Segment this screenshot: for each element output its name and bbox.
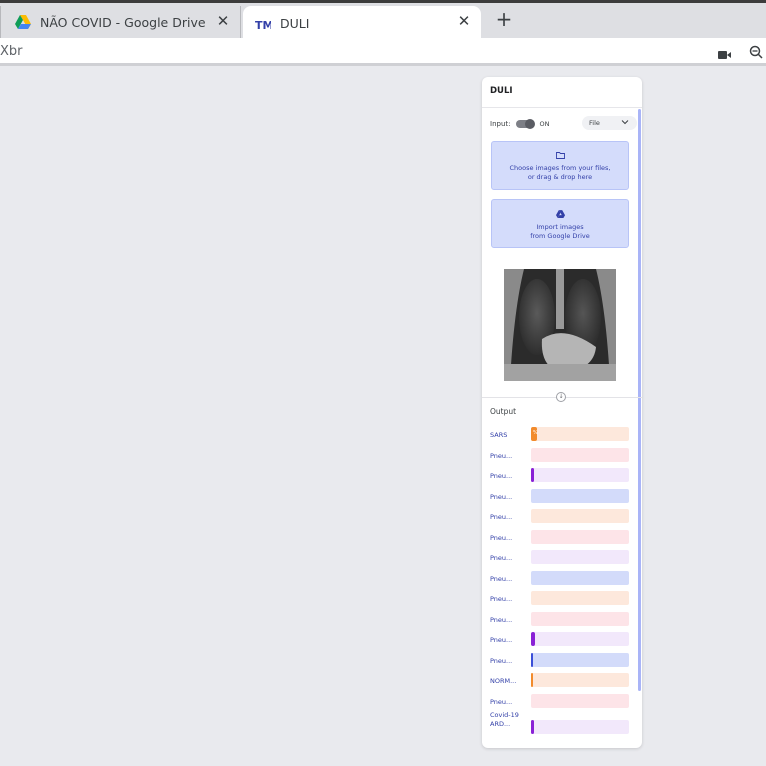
panel-title: DULI [482,77,642,108]
prediction-bar-fill: % [531,427,538,441]
import-google-drive-button[interactable]: Import images from Google Drive [491,199,629,248]
prediction-bar-track [531,530,629,544]
prediction-class-label: Covid-19 ARD... [490,711,519,728]
prediction-bar-track [531,612,629,626]
arrow-down-icon: ↓ [556,392,566,402]
input-toggle[interactable] [516,119,536,129]
prediction-row: Pneu... [482,548,642,568]
prediction-row: Pneu... [482,466,642,486]
tab-google-drive[interactable]: NÃO COVID - Google Drive ✕ [0,6,241,38]
chevron-down-icon [621,118,629,128]
folder-upload-icon [492,152,628,162]
prediction-bar-track [531,673,629,687]
prediction-bar-track [531,720,629,734]
prediction-row: Pneu... [482,569,642,589]
prediction-bar-track [531,509,629,523]
prediction-bar-track [531,489,629,503]
prediction-row: NORM... [482,671,642,691]
prediction-row: Pneu... [482,610,642,630]
close-tab-icon[interactable]: ✕ [457,14,471,29]
google-drive-icon [492,210,628,221]
camera-icon[interactable] [718,45,731,64]
svg-text:TM: TM [255,19,271,30]
prediction-row: Covid-19 ARD... [482,711,642,738]
prediction-bar-track: % [531,427,629,441]
chest-xray-image [504,269,616,381]
prediction-class-label: Pneu... [490,616,513,624]
toggle-state-label: ON [539,120,550,128]
prediction-class-label: SARS [490,431,508,439]
tab-duli[interactable]: TM DULI ✕ [243,6,481,41]
upload-line2: or drag & drop here [527,173,593,181]
prediction-row: Pneu... [482,651,642,671]
prediction-class-label: NORM... [490,677,517,685]
prediction-row: Pneu... [482,630,642,650]
tab-strip: NÃO COVID - Google Drive ✕ TM DULI ✕ + [0,0,766,41]
prediction-row: Pneu... [482,692,642,712]
prediction-bar-fill [531,720,534,734]
tab-title: NÃO COVID - Google Drive [40,14,206,30]
prediction-class-label: Pneu... [490,513,513,521]
prediction-class-label: Pneu... [490,595,513,603]
prediction-row: Pneu... [482,528,642,548]
input-row: Input: ON File [490,116,637,131]
google-drive-icon [15,14,31,30]
tab-title: DULI [280,16,310,31]
upload-line1: Choose images from your files, [509,164,611,172]
prediction-bar-fill [531,653,533,667]
prediction-class-label: Pneu... [490,657,513,665]
prediction-row: Pneu... [482,507,642,527]
prediction-row: Pneu... [482,487,642,507]
prediction-row: SARS% [482,425,642,445]
prediction-bar-track [531,653,629,667]
new-tab-button[interactable]: + [494,9,514,29]
upload-files-dropzone[interactable]: Choose images from your files, or drag &… [491,141,629,190]
prediction-class-label: Pneu... [490,698,513,706]
prediction-bar-track [531,694,629,708]
prediction-bar-fill [531,632,535,646]
prediction-class-label: Pneu... [490,452,513,460]
address-bar: Xbr [0,38,766,66]
input-source-value: File [589,119,600,127]
prediction-bar-fill [531,673,533,687]
prediction-bar-track [531,571,629,585]
prediction-bar-track [531,448,629,462]
close-tab-icon[interactable]: ✕ [216,14,230,29]
prediction-class-label: Pneu... [490,493,513,501]
input-label: Input: [490,120,511,128]
prediction-percent: % [533,430,538,436]
drive-line2: from Google Drive [530,232,590,240]
url-text[interactable]: Xbr [0,44,23,59]
zoom-out-icon[interactable] [749,44,763,63]
prediction-class-label: Pneu... [490,575,513,583]
prediction-row: Pneu... [482,589,642,609]
prediction-class-label: Pneu... [490,554,513,562]
prediction-bar-track [531,591,629,605]
output-label: Output [490,407,517,416]
prediction-class-label: Pneu... [490,472,513,480]
prediction-bar-track [531,550,629,564]
duli-panel: DULI Input: ON File Choose images from y… [482,77,642,748]
prediction-class-label: Pneu... [490,636,513,644]
prediction-class-label: Pneu... [490,534,513,542]
input-source-select[interactable]: File [582,116,637,130]
drive-line1: Import images [536,223,584,231]
prediction-bar-fill [531,468,534,482]
prediction-bar-track [531,468,629,482]
teachable-machine-icon: TM [255,16,271,32]
prediction-bar-track [531,632,629,646]
prediction-row: Pneu... [482,446,642,466]
